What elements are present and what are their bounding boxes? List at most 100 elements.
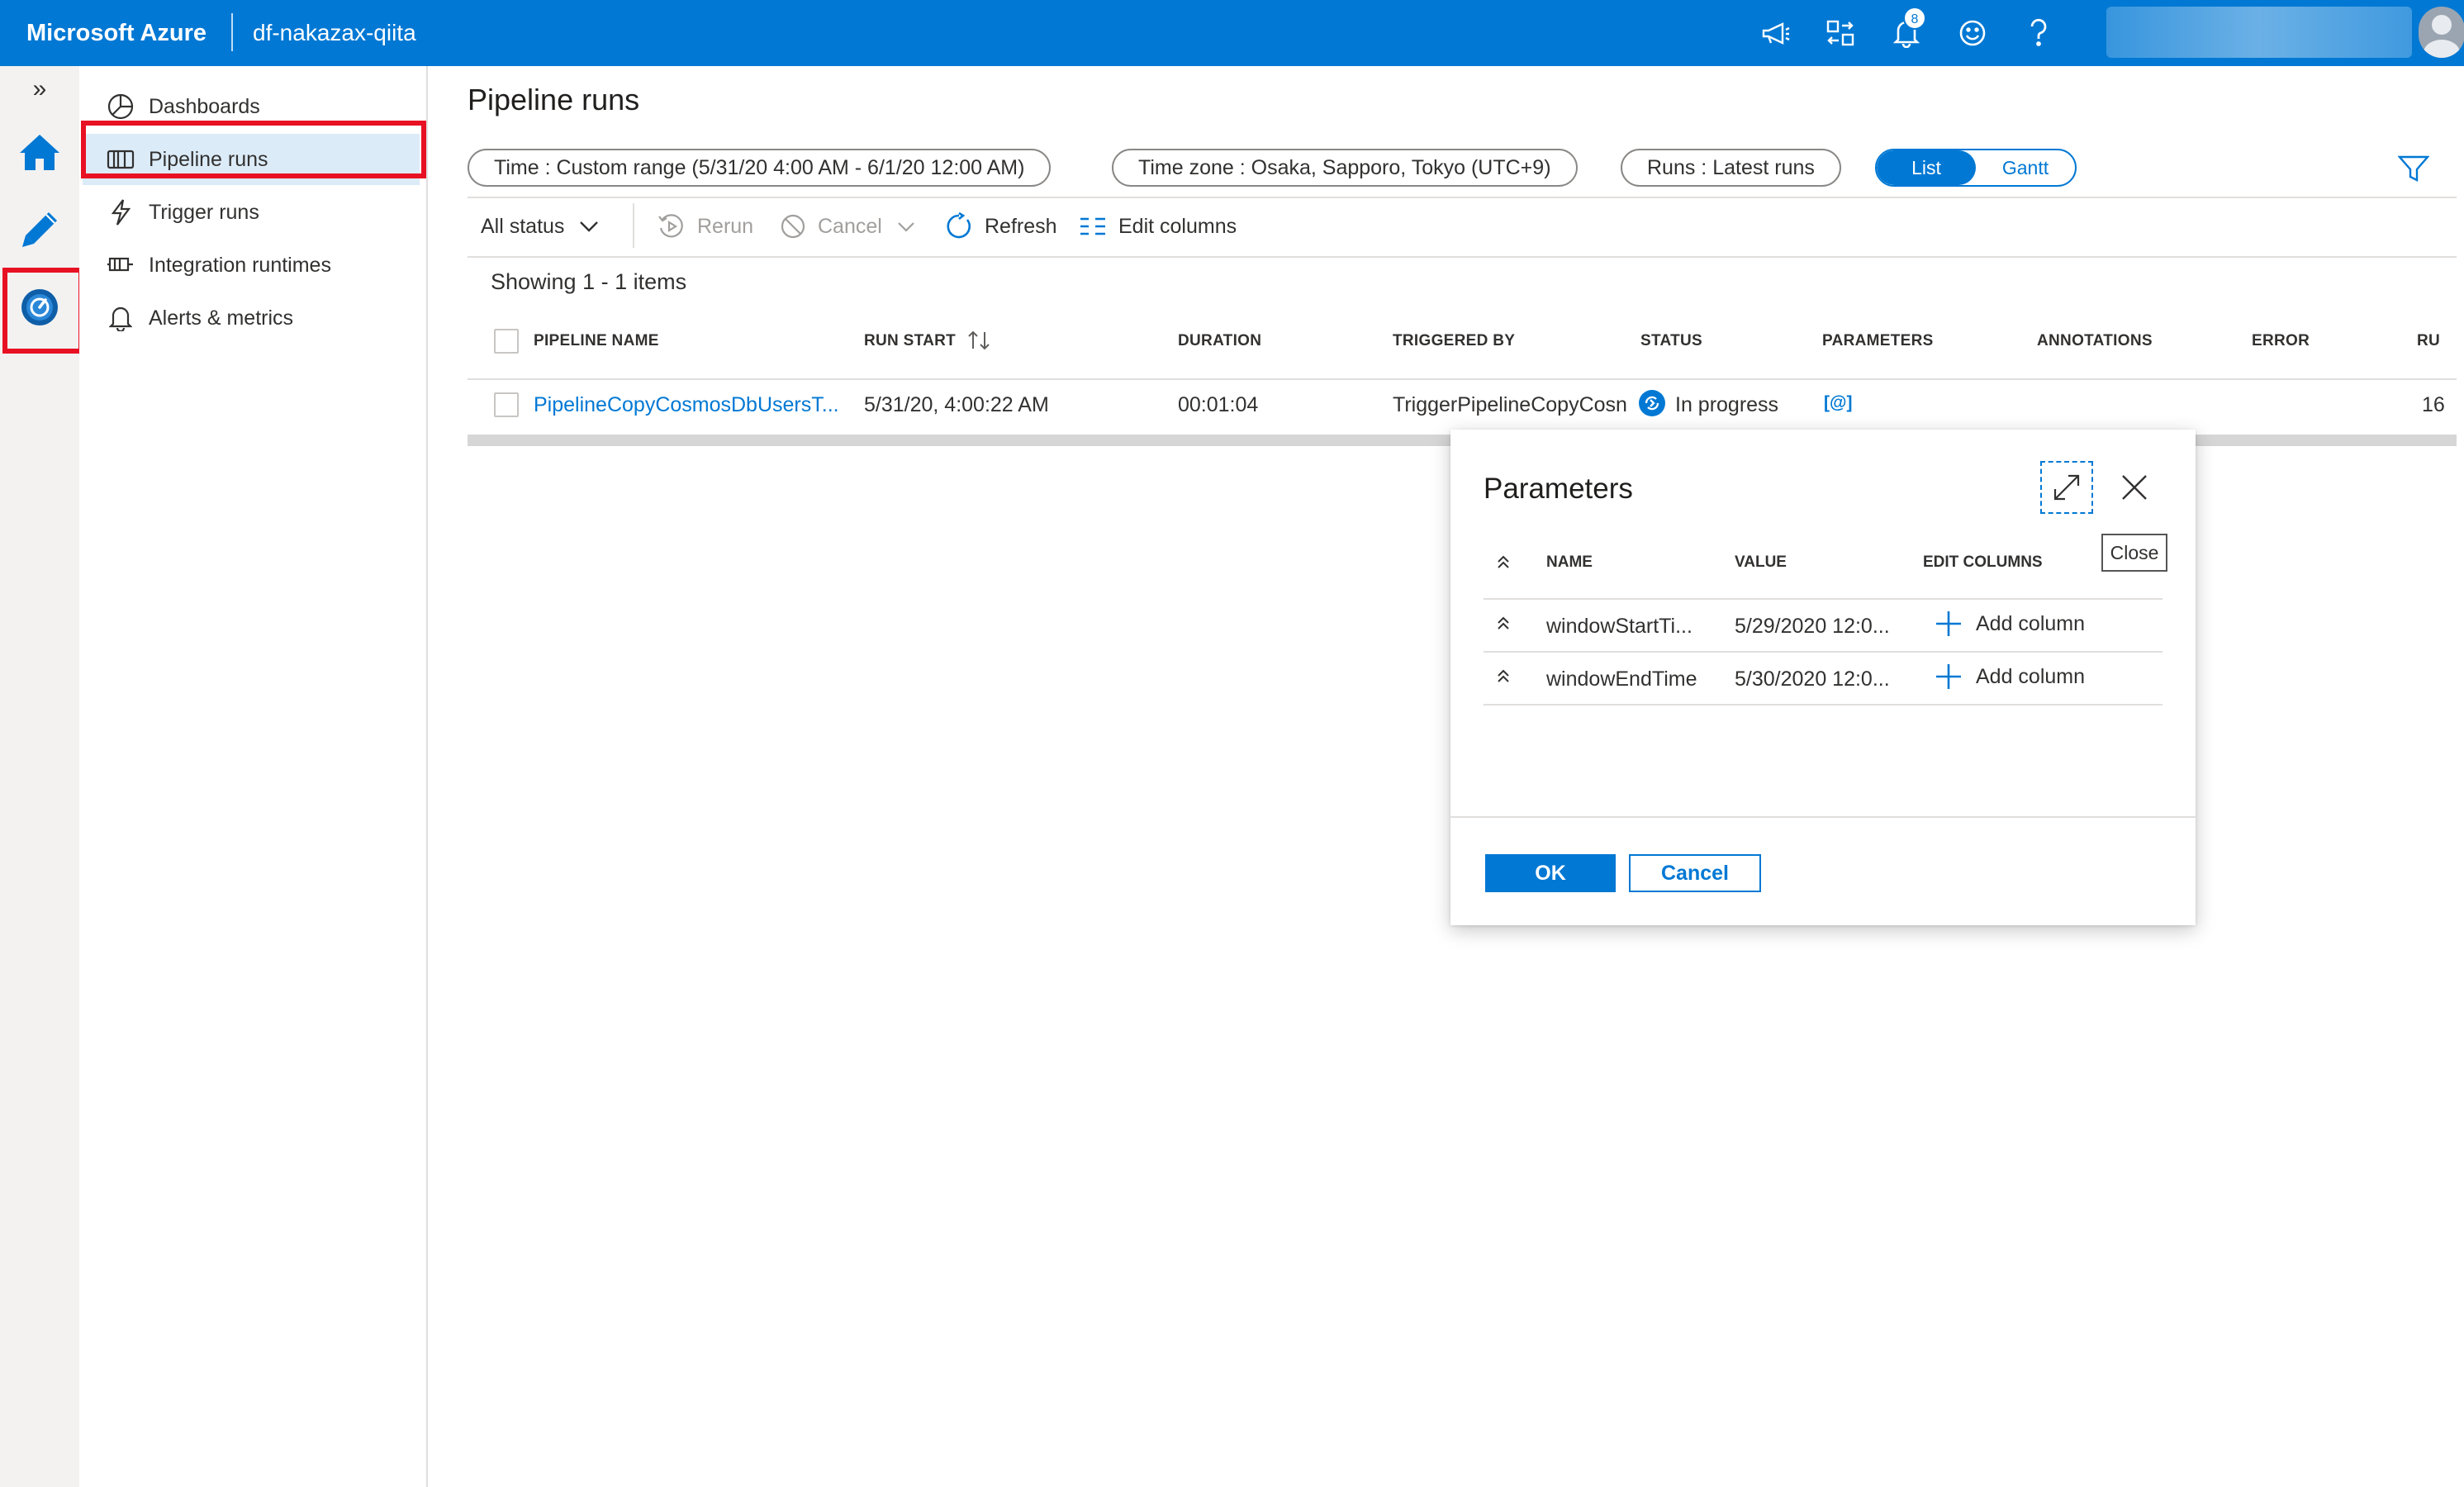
filter-value: Custom range (5/31/20 4:00 AM - 6/1/20 1…	[556, 155, 1025, 179]
plus-icon	[1935, 610, 1963, 638]
col-run-start[interactable]: RUN START	[864, 332, 956, 350]
view-gantt-button[interactable]: Gantt	[1976, 150, 2075, 185]
dashboard-icon	[106, 92, 135, 121]
toolbar-divider	[633, 203, 634, 248]
expand-icon[interactable]	[2040, 461, 2093, 514]
parameters-dialog: Parameters Close NAME VALUE EDIT COLUMNS…	[1450, 430, 2196, 925]
col-duration[interactable]: DURATION	[1178, 332, 1261, 350]
divider	[468, 197, 2457, 198]
pipeline-name-link[interactable]: PipelineCopyCosmosDbUsersT...	[534, 393, 839, 417]
brand-divider	[231, 13, 233, 51]
items-count: Showing 1 - 1 items	[491, 269, 687, 294]
run-id-cell: 16	[2422, 393, 2445, 416]
home-icon[interactable]	[0, 112, 79, 192]
param-name: windowStartTi...	[1546, 615, 1693, 638]
author-pencil-icon[interactable]	[0, 190, 79, 269]
col-param-value: VALUE	[1735, 553, 1787, 571]
refresh-button[interactable]: Refresh	[945, 208, 1057, 245]
col-annotations[interactable]: ANNOTATIONS	[2037, 332, 2153, 350]
row-checkbox[interactable]	[494, 392, 519, 417]
pipeline-icon	[106, 145, 135, 174]
smiley-icon[interactable]	[1956, 17, 1989, 50]
divider	[468, 378, 2457, 380]
collapse-row-icon[interactable]	[1493, 666, 1513, 686]
filter-funnel-icon[interactable]	[2395, 150, 2432, 187]
nav-item-label: Alerts & metrics	[149, 306, 294, 330]
nav-item-pipeline-runs[interactable]: Pipeline runs	[83, 134, 420, 185]
collapse-row-icon[interactable]	[1493, 613, 1513, 633]
nav-item-label: Trigger runs	[149, 200, 259, 224]
close-icon[interactable]	[2111, 464, 2158, 511]
double-chevron-icon: »	[32, 75, 47, 102]
filter-key: Time :	[494, 155, 557, 179]
col-pipeline-name[interactable]: PIPELINE NAME	[534, 332, 659, 350]
col-status[interactable]: STATUS	[1640, 332, 1702, 350]
rerun-icon	[658, 213, 686, 240]
param-value: 5/29/2020 12:0...	[1735, 615, 1890, 638]
sort-icon[interactable]	[966, 329, 991, 352]
rerun-label: Rerun	[697, 214, 754, 238]
view-list-button[interactable]: List	[1877, 150, 1976, 185]
select-all-checkbox[interactable]	[494, 329, 519, 354]
col-triggered-by[interactable]: TRIGGERED BY	[1393, 332, 1515, 350]
add-column-label: Add column	[1976, 611, 2086, 635]
top-bar: Microsoft Azure df-nakazax-qiita 8	[0, 0, 2464, 66]
runs-filter[interactable]: Runs : Latest runs	[1621, 149, 1841, 187]
chevron-down-icon	[897, 221, 915, 232]
status-cell: In progress	[1675, 393, 1779, 416]
timezone-filter[interactable]: Time zone : Osaka, Sapporo, Tokyo (UTC+9…	[1112, 149, 1578, 187]
add-column-button[interactable]: Add column	[1935, 610, 2085, 638]
refresh-label: Refresh	[985, 214, 1057, 238]
divider	[1484, 651, 2163, 653]
nav-item-trigger-runs[interactable]: Trigger runs	[83, 187, 420, 238]
nav-item-label: Integration runtimes	[149, 253, 331, 277]
account-name-blurred[interactable]	[2106, 7, 2412, 58]
filter-key: Time zone :	[1138, 155, 1251, 179]
nav-item-integration-runtimes[interactable]: Integration runtimes	[83, 240, 420, 291]
directory-switch-icon[interactable]	[1824, 17, 1857, 50]
refresh-icon	[945, 212, 973, 240]
cancel-button[interactable]: Cancel	[1629, 854, 1761, 892]
divider	[1484, 598, 2163, 600]
help-icon[interactable]	[2022, 17, 2055, 50]
chevron-down-icon	[579, 221, 599, 232]
footer-divider	[1450, 816, 2196, 818]
parameters-link-icon[interactable]: [@]	[1824, 393, 1852, 413]
plus-icon	[1935, 663, 1963, 691]
col-run-id[interactable]: RU	[2417, 332, 2440, 350]
col-error[interactable]: ERROR	[2252, 332, 2310, 350]
rerun-button[interactable]: Rerun	[658, 208, 753, 245]
nav-item-dashboards[interactable]: Dashboards	[83, 81, 420, 132]
feedback-megaphone-icon[interactable]	[1759, 17, 1792, 50]
edit-columns-button[interactable]: Edit columns	[1079, 208, 1237, 245]
trigger-icon	[106, 197, 135, 227]
status-dropdown[interactable]: All status	[481, 208, 599, 245]
status-dropdown-label: All status	[481, 214, 565, 238]
avatar[interactable]	[2419, 7, 2464, 58]
close-tooltip: Close	[2101, 534, 2167, 572]
runtime-icon	[106, 250, 135, 280]
edit-columns-label: Edit columns	[1118, 214, 1237, 238]
filter-value: Osaka, Sapporo, Tokyo (UTC+9)	[1251, 155, 1551, 179]
filter-value: Latest runs	[1712, 155, 1815, 179]
add-column-label: Add column	[1976, 664, 2086, 688]
ok-button[interactable]: OK	[1485, 854, 1616, 892]
col-param-name: NAME	[1546, 553, 1593, 571]
time-range-filter[interactable]: Time : Custom range (5/31/20 4:00 AM - 6…	[468, 149, 1052, 187]
monitor-gauge-icon[interactable]	[0, 268, 79, 347]
col-parameters[interactable]: PARAMETERS	[1822, 332, 1934, 350]
add-column-button[interactable]: Add column	[1935, 663, 2085, 691]
param-value: 5/30/2020 12:0...	[1735, 667, 1890, 691]
col-edit-columns: EDIT COLUMNS	[1923, 553, 2043, 571]
filter-key: Runs :	[1647, 155, 1713, 179]
cancel-run-button[interactable]: Cancel	[780, 208, 915, 245]
dialog-title: Parameters	[1484, 473, 1633, 505]
bell-icon	[106, 303, 135, 333]
collapse-all-icon[interactable]	[1493, 552, 1513, 572]
expand-rail-button[interactable]: »	[0, 66, 79, 112]
nav-item-alerts-metrics[interactable]: Alerts & metrics	[83, 292, 420, 344]
factory-name[interactable]: df-nakazax-qiita	[253, 0, 416, 66]
nav-item-label: Dashboards	[149, 94, 260, 118]
brand-title[interactable]: Microsoft Azure	[26, 0, 207, 66]
cancel-label: Cancel	[818, 214, 882, 238]
